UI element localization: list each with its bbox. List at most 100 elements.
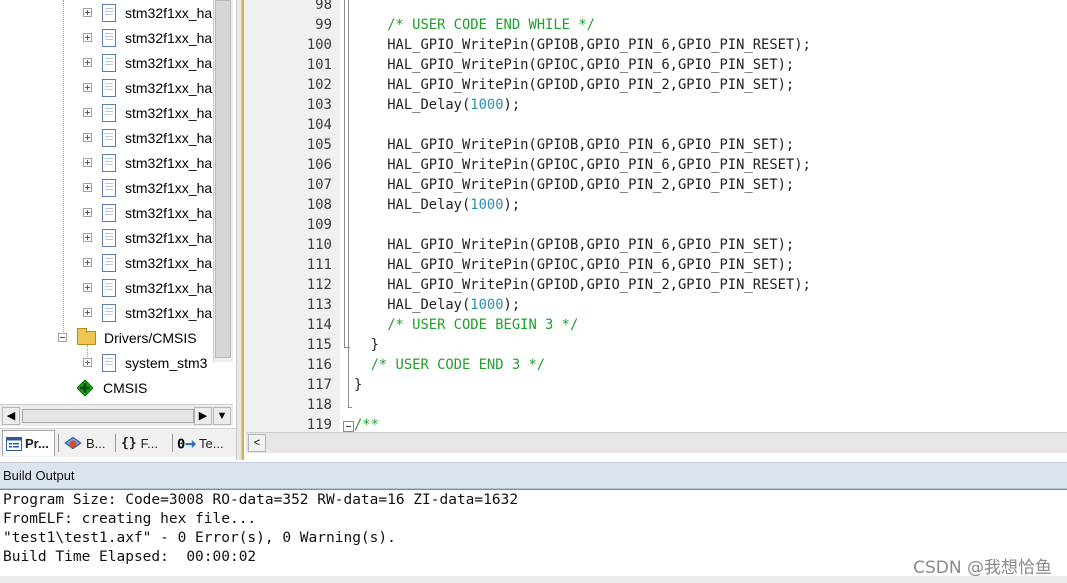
code-text: HAL_GPIO_WritePin(GPIOB,GPIO_PIN_6,GPIO_… xyxy=(354,37,811,53)
code-line[interactable]: /* USER CODE END 3 */ xyxy=(354,355,545,375)
expand-icon[interactable] xyxy=(83,158,92,167)
collapse-icon[interactable] xyxy=(58,333,67,342)
expand-icon[interactable] xyxy=(83,208,92,217)
code-line[interactable]: HAL_GPIO_WritePin(GPIOB,GPIO_PIN_6,GPIO_… xyxy=(354,135,794,155)
tab-functions[interactable]: {} F... xyxy=(118,431,170,455)
scroll-down-button[interactable]: ▼ xyxy=(213,407,231,425)
tree-folder-drivers-cmsis[interactable]: Drivers/CMSIS xyxy=(58,325,197,350)
code-line[interactable]: HAL_Delay(1000); xyxy=(354,295,520,315)
tree-file-item[interactable]: stm32f1xx_ha xyxy=(83,25,212,50)
line-number: 107 xyxy=(306,177,332,193)
code-text: } xyxy=(354,337,379,353)
functions-icon: {} xyxy=(121,435,137,451)
tree-item-label: stm32f1xx_ha xyxy=(125,254,213,271)
file-icon xyxy=(102,203,116,222)
code-line[interactable]: HAL_GPIO_WritePin(GPIOB,GPIO_PIN_6,GPIO_… xyxy=(354,235,794,255)
code-line[interactable]: } xyxy=(354,375,362,395)
code-line[interactable]: HAL_GPIO_WritePin(GPIOC,GPIO_PIN_6,GPIO_… xyxy=(354,255,794,275)
build-output-footer xyxy=(0,576,1067,583)
code-line[interactable]: HAL_GPIO_WritePin(GPIOD,GPIO_PIN_2,GPIO_… xyxy=(354,275,811,295)
expand-icon[interactable] xyxy=(83,33,92,42)
scroll-right-button[interactable]: ▶ xyxy=(194,407,212,425)
component-diamond-icon xyxy=(76,378,94,397)
editor-horizontal-scrollbar[interactable]: < xyxy=(246,432,1067,453)
project-tree: stm32f1xx_ha stm32f1xx_ha stm32f1xx_ha stm3… xyxy=(0,0,233,402)
tree-file-item[interactable]: stm32f1xx_ha xyxy=(83,250,212,275)
line-number: 112 xyxy=(306,277,332,293)
tab-templates[interactable]: 0 Te... xyxy=(174,431,232,455)
tree-item-cmsis[interactable]: CMSIS xyxy=(76,375,147,400)
tree-file-item[interactable]: stm32f1xx_ha xyxy=(83,275,212,300)
tree-file-item[interactable]: stm32f1xx_ha xyxy=(83,175,212,200)
code-line[interactable]: /* USER CODE END WHILE */ xyxy=(354,15,595,35)
expand-icon[interactable] xyxy=(83,8,92,17)
project-icon xyxy=(6,436,22,451)
tree-file-item[interactable]: stm32f1xx_ha xyxy=(83,225,212,250)
expand-icon[interactable] xyxy=(83,258,92,267)
tree-file-item[interactable]: stm32f1xx_ha xyxy=(83,75,212,100)
build-output-title: Build Output xyxy=(0,462,1067,489)
expand-icon[interactable] xyxy=(83,133,92,142)
code-line[interactable]: } xyxy=(354,335,379,355)
tree-file-item[interactable]: stm32f1xx_ha xyxy=(83,0,212,25)
tree-horizontal-scrollbar[interactable]: ◀ ▶ ▼ xyxy=(0,404,233,426)
tree-file-item[interactable]: stm32f1xx_ha xyxy=(83,150,212,175)
build-output-text[interactable]: Program Size: Code=3008 RO-data=352 RW-d… xyxy=(0,489,1067,583)
tab-project[interactable]: Pr... xyxy=(2,430,55,456)
fold-collapse-button[interactable] xyxy=(343,421,354,432)
tree-file-item[interactable]: system_stm3 xyxy=(83,350,207,375)
tree-horizontal-scroll-thumb[interactable] xyxy=(22,409,194,423)
svg-text:0: 0 xyxy=(177,436,185,452)
code-editor[interactable]: 98 99 100 101 102 103 104 105 106 107 108 109 110 111… xyxy=(242,0,1067,460)
expand-icon[interactable] xyxy=(83,283,92,292)
code-line[interactable]: HAL_GPIO_WritePin(GPIOB,GPIO_PIN_6,GPIO_… xyxy=(354,35,811,55)
scroll-left-button[interactable]: ◀ xyxy=(2,407,20,425)
expand-icon[interactable] xyxy=(83,183,92,192)
code-text: HAL_GPIO_WritePin(GPIOD,GPIO_PIN_2,GPIO_… xyxy=(354,77,795,93)
tree-file-item[interactable]: stm32f1xx_ha xyxy=(83,50,212,75)
build-output-line: "test1\test1.axf" - 0 Error(s), 0 Warnin… xyxy=(3,530,396,546)
arrow-left-icon: ◀ xyxy=(6,410,16,422)
tree-file-item[interactable]: stm32f1xx_ha xyxy=(83,100,212,125)
code-text: ); xyxy=(503,197,521,213)
code-text: HAL_GPIO_WritePin(GPIOC,GPIO_PIN_6,GPIO_… xyxy=(354,157,811,173)
expand-icon[interactable] xyxy=(83,108,92,117)
tree-vertical-scroll-thumb[interactable] xyxy=(215,0,231,358)
code-line[interactable]: HAL_GPIO_WritePin(GPIOD,GPIO_PIN_2,GPIO_… xyxy=(354,175,794,195)
line-number: 111 xyxy=(306,257,332,273)
tree-file-item[interactable]: stm32f1xx_ha xyxy=(83,300,212,325)
templates-icon: 0 xyxy=(177,436,196,452)
tab-books-label: B... xyxy=(86,435,106,451)
code-line[interactable]: /* USER CODE BEGIN 3 */ xyxy=(354,315,578,335)
line-number: 105 xyxy=(306,137,332,153)
line-number: 115 xyxy=(306,337,332,353)
tree-item-label: stm32f1xx_ha xyxy=(125,129,213,146)
tree-item-label: stm32f1xx_ha xyxy=(125,154,213,171)
code-line[interactable]: HAL_GPIO_WritePin(GPIOC,GPIO_PIN_6,GPIO_… xyxy=(354,55,794,75)
expand-icon[interactable] xyxy=(83,233,92,242)
tree-item-label: stm32f1xx_ha xyxy=(125,204,213,221)
expand-icon[interactable] xyxy=(83,58,92,67)
file-icon xyxy=(102,153,116,172)
code-line[interactable]: HAL_GPIO_WritePin(GPIOC,GPIO_PIN_6,GPIO_… xyxy=(354,155,811,175)
code-line[interactable]: HAL_GPIO_WritePin(GPIOD,GPIO_PIN_2,GPIO_… xyxy=(354,75,794,95)
expand-icon[interactable] xyxy=(83,308,92,317)
books-icon xyxy=(64,436,82,450)
line-number: 108 xyxy=(306,197,332,213)
code-comment: /* USER CODE BEGIN 3 */ xyxy=(387,317,579,333)
tab-books[interactable]: B... xyxy=(60,431,112,455)
tree-item-label: stm32f1xx_ha xyxy=(125,54,213,71)
code-text: HAL_GPIO_WritePin(GPIOB,GPIO_PIN_6,GPIO_… xyxy=(354,237,795,253)
code-number-literal: 1000 xyxy=(470,297,504,313)
file-icon xyxy=(102,128,116,147)
editor-scroll-left-button[interactable]: < xyxy=(248,434,266,452)
code-line[interactable]: HAL_Delay(1000); xyxy=(354,95,520,115)
tree-file-item[interactable]: stm32f1xx_ha xyxy=(83,200,212,225)
fold-guide-end-outer xyxy=(348,407,352,408)
code-comment: /* USER CODE END WHILE */ xyxy=(387,17,595,33)
code-line[interactable]: HAL_Delay(1000); xyxy=(354,195,520,215)
expand-icon[interactable] xyxy=(83,83,92,92)
tree-file-item[interactable]: stm32f1xx_ha xyxy=(83,125,212,150)
